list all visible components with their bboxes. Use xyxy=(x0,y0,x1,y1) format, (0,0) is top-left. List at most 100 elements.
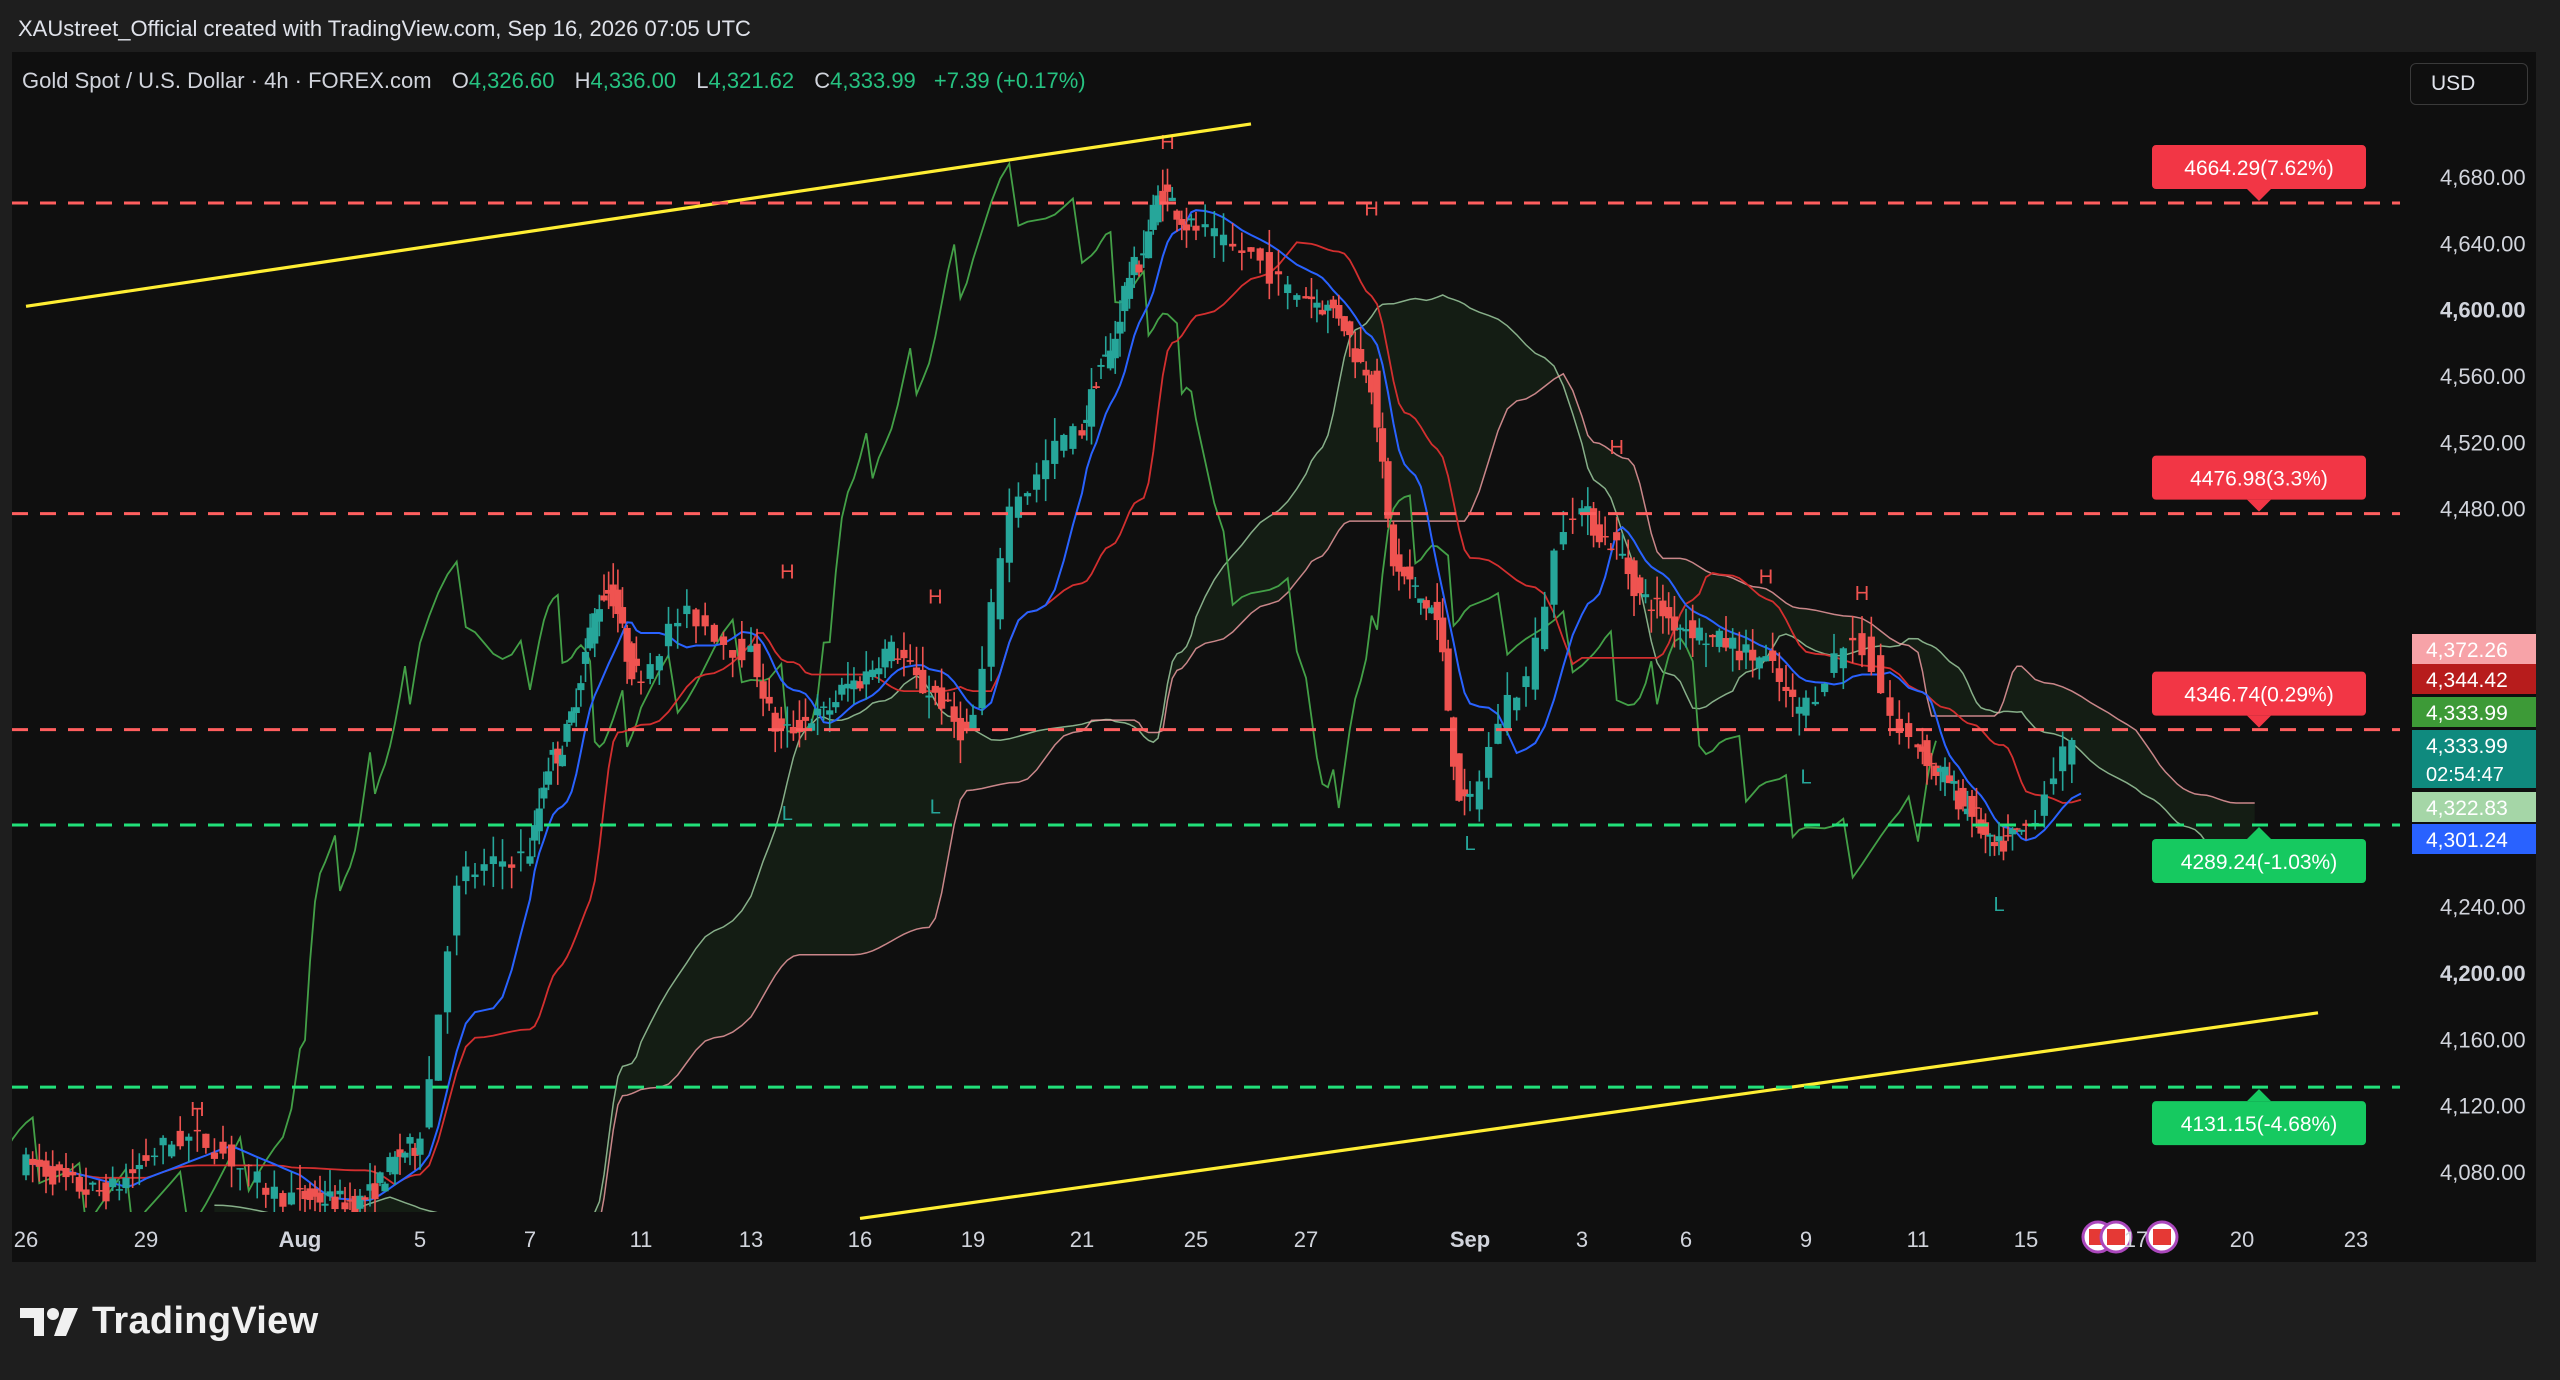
candle-body xyxy=(326,1191,334,1197)
candle-body xyxy=(1742,644,1750,653)
level-label-support: 4289.24(-1.03%) xyxy=(2152,827,2366,884)
chart-area[interactable]: H H L H L H H L H H L H L 4664.29(7.62%) 4476.98(3.3%)… xyxy=(12,52,2536,1262)
candle-body xyxy=(2040,794,2048,816)
x-axis-tick-label: 13 xyxy=(739,1227,763,1252)
candle-body xyxy=(900,649,908,659)
candle-body xyxy=(931,685,939,693)
candle-body xyxy=(1346,321,1354,336)
pivot-high-marker: H xyxy=(190,1099,204,1121)
pivot-high-marker: H xyxy=(780,562,794,584)
candle-body xyxy=(814,708,822,716)
tradingview-logo[interactable]: TradingView xyxy=(20,1300,318,1343)
candle-body xyxy=(1755,657,1763,669)
candle-body xyxy=(558,754,566,767)
candle-body xyxy=(219,1141,227,1154)
candle-body xyxy=(1069,426,1077,449)
candle-body xyxy=(674,622,682,627)
candle-body xyxy=(1749,649,1757,661)
event-flag-stripes xyxy=(2153,1229,2171,1245)
y-axis-tick-label: 4,600.00 xyxy=(2440,298,2526,323)
candle-body xyxy=(1849,637,1857,641)
candle-body xyxy=(1210,228,1218,237)
candle-body xyxy=(1839,648,1847,669)
candle-body xyxy=(1163,184,1172,192)
price-tag-label: 4,333.99 xyxy=(2426,735,2508,758)
candle-body xyxy=(1959,787,1967,807)
candle-body xyxy=(1238,250,1246,253)
candle-body xyxy=(759,681,767,699)
conversion-line xyxy=(25,209,2082,1202)
symbol-legend[interactable]: Gold Spot / U.S. Dollar · 4h · FOREX.com… xyxy=(22,68,1086,94)
candle-body xyxy=(517,851,525,854)
pivot-low-marker: L xyxy=(1464,833,1475,855)
candle-body xyxy=(1636,577,1644,594)
candle-body xyxy=(526,856,534,864)
candle-body xyxy=(738,638,746,661)
candle-body xyxy=(1373,370,1381,428)
x-axis-tick-label: 15 xyxy=(2014,1227,2038,1252)
candle-body xyxy=(2059,746,2067,772)
candle-body xyxy=(1877,655,1885,694)
x-axis-tick-label: 19 xyxy=(961,1227,985,1252)
candle-body xyxy=(159,1137,167,1146)
candle-body xyxy=(1601,535,1609,538)
currency-button[interactable]: USD xyxy=(2410,63,2528,105)
candle-body xyxy=(1284,284,1292,294)
candle-body xyxy=(279,1193,287,1207)
candle-body xyxy=(1769,650,1777,661)
candle-body xyxy=(1647,609,1655,612)
y-axis-tick-label: 4,560.00 xyxy=(2440,364,2526,389)
candle-body xyxy=(1247,247,1255,252)
x-axis-tick-label: 23 xyxy=(2344,1227,2368,1252)
x-axis-tick-label: 17 xyxy=(2124,1227,2148,1252)
candle-body xyxy=(1972,807,1981,809)
x-axis-tick-label: 20 xyxy=(2230,1227,2254,1252)
candle-body xyxy=(1135,264,1143,273)
pivot-low-marker: L xyxy=(1993,894,2004,916)
candle-body xyxy=(2013,828,2021,830)
level-label-resistance: 4346.74(0.29%) xyxy=(2152,671,2366,728)
candle-body xyxy=(1513,697,1521,711)
candle-body xyxy=(135,1164,143,1170)
price-tag: 4,372.26 xyxy=(2412,634,2536,664)
candle-body xyxy=(262,1187,270,1195)
x-axis-tick-label: 9 xyxy=(1800,1227,1812,1252)
event-flag-icon xyxy=(2145,1220,2179,1254)
candle-body xyxy=(287,1192,296,1205)
candle-body xyxy=(122,1177,130,1189)
level-label-resistance: 4476.98(3.3%) xyxy=(2152,455,2366,512)
candle-body xyxy=(577,683,585,691)
candle-body xyxy=(425,1079,433,1128)
candle-body xyxy=(236,1168,244,1170)
candle-body xyxy=(1522,676,1530,688)
x-axis-tick-label: 27 xyxy=(1294,1227,1318,1252)
price-tag: 4,344.42 xyxy=(2412,664,2536,694)
candle-body xyxy=(1192,225,1200,231)
candle-body xyxy=(1531,637,1539,690)
candle-body xyxy=(919,669,927,694)
candle-body xyxy=(1722,638,1730,648)
candle-body xyxy=(508,864,516,868)
price-tag-label: 4,333.99 xyxy=(2426,702,2508,725)
candle-body xyxy=(1362,369,1370,376)
chart-canvas[interactable]: HHLHLHHLHHLHL4664.29(7.62%)4476.98(3.3%)… xyxy=(12,52,2536,1262)
level-label-text: 4289.24(-1.03%) xyxy=(2181,851,2337,874)
candle-body xyxy=(150,1155,159,1158)
candle-body xyxy=(1653,597,1661,600)
candle-body xyxy=(1695,627,1703,641)
level-label-pointer xyxy=(2247,715,2271,728)
candle-body xyxy=(129,1169,137,1174)
candle-body xyxy=(925,695,933,698)
x-axis-tick-label: 25 xyxy=(1184,1227,1208,1252)
candle-body xyxy=(341,1202,349,1210)
channel-upper-line xyxy=(25,122,1252,308)
candle-body xyxy=(1051,440,1059,464)
candle-body xyxy=(535,808,543,832)
candle-body xyxy=(1201,224,1209,228)
low-label: L xyxy=(696,68,709,93)
candle-body xyxy=(1550,550,1558,605)
candle-body xyxy=(142,1155,150,1161)
base-line xyxy=(25,241,2082,1186)
symbol-name[interactable]: Gold Spot / U.S. Dollar · 4h · FOREX.com xyxy=(22,68,432,93)
candle-body xyxy=(950,706,958,722)
